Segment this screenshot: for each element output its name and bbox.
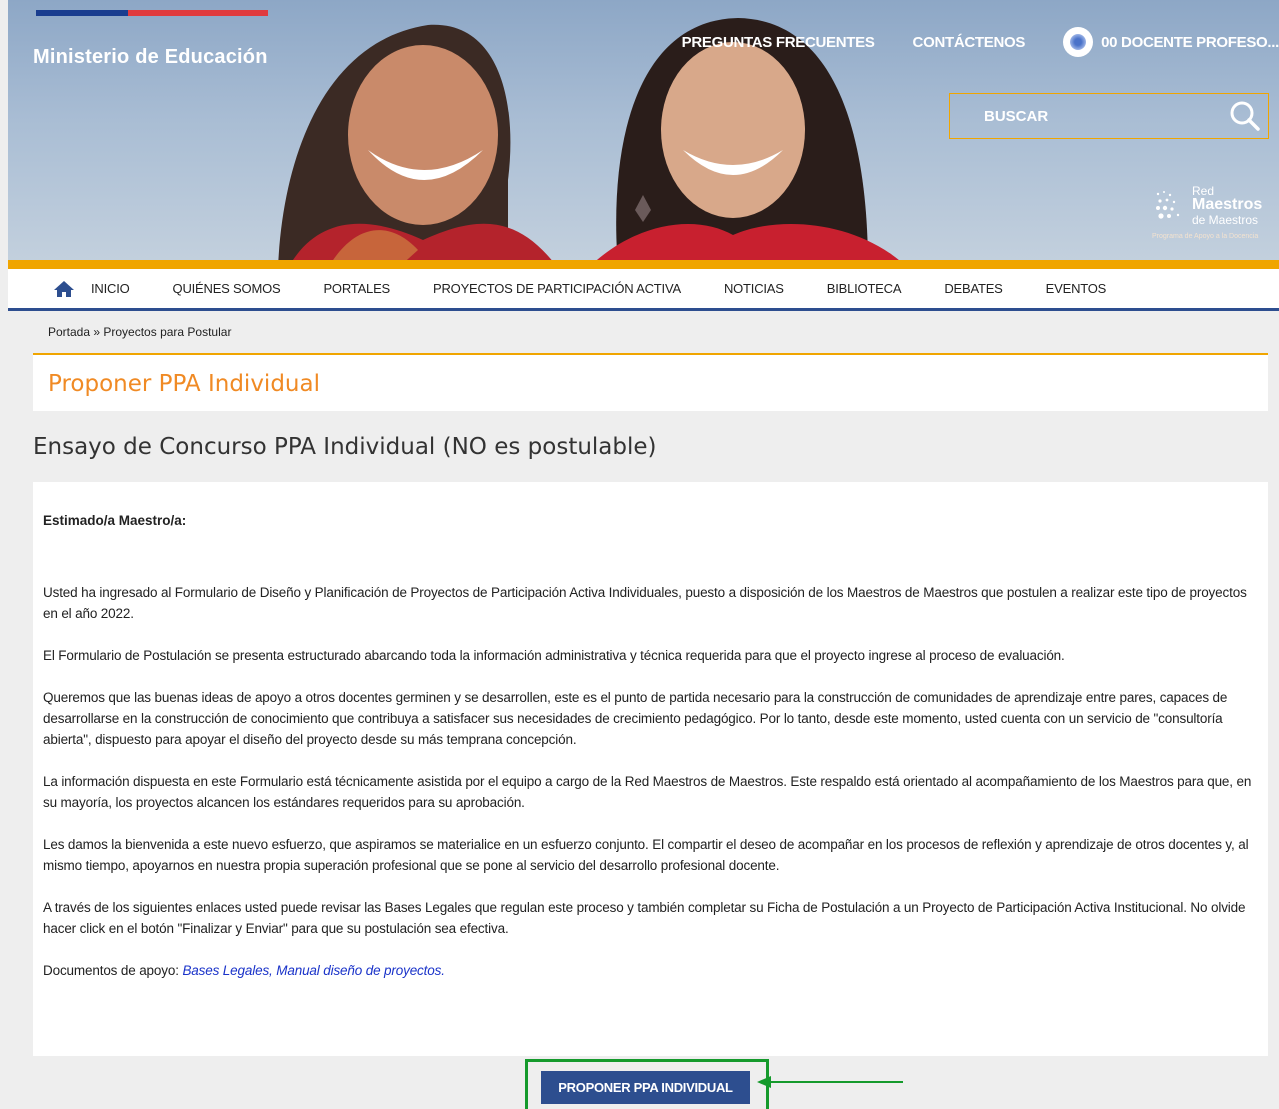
paragraph-5: Les damos la bienvenida a este nuevo esf… xyxy=(43,837,1249,873)
site-header: Ministerio de Educación PREGUNTAS FRECUE… xyxy=(8,0,1279,268)
search-icon xyxy=(1230,101,1260,131)
faq-link[interactable]: PREGUNTAS FRECUENTES xyxy=(682,34,875,51)
page-title: Proponer PPA Individual xyxy=(48,371,320,397)
arrow-pointer-icon xyxy=(757,1076,903,1088)
contact-link[interactable]: CONTÁCTENOS xyxy=(913,34,1026,51)
paragraph-2: El Formulario de Postulación se presenta… xyxy=(43,648,1065,663)
nav-biblioteca[interactable]: BIBLIOTECA xyxy=(827,281,902,296)
manual-link[interactable]: Manual diseño de proyectos. xyxy=(276,963,445,978)
top-links: PREGUNTAS FRECUENTES CONTÁCTENOS 00 DOCE… xyxy=(644,27,1279,57)
paragraph-1: Usted ha ingresado al Formulario de Dise… xyxy=(43,585,1247,621)
breadcrumb-home[interactable]: Portada xyxy=(48,325,90,339)
user-name: 00 DOCENTE PROFESO... xyxy=(1101,33,1279,51)
paragraph-4: La información dispuesta en este Formula… xyxy=(43,774,1252,810)
breadcrumb-current: Proyectos para Postular xyxy=(103,325,232,339)
docs-label: Documentos de apoyo: xyxy=(43,963,183,978)
nav-debates[interactable]: DEBATES xyxy=(944,281,1003,296)
red-maestros-logo[interactable]: Red Maestros de Maestros Programa de Apo… xyxy=(1152,184,1270,242)
nav-noticias[interactable]: NOTICIAS xyxy=(724,281,784,296)
content-body: Estimado/a Maestro/a: Usted ha ingresado… xyxy=(33,482,1268,1056)
logo-tagline: Programa de Apoyo a la Docencia xyxy=(1152,233,1259,240)
nav-quienes-somos[interactable]: QUIÉNES SOMOS xyxy=(173,281,281,296)
logo-dots-icon xyxy=(1156,191,1180,219)
paragraph-3: Queremos que las buenas ideas de apoyo a… xyxy=(43,690,1228,747)
home-icon xyxy=(54,280,74,297)
support-docs: Documentos de apoyo: Bases Legales, Manu… xyxy=(43,960,1258,981)
search-box xyxy=(949,93,1269,139)
search-button[interactable] xyxy=(1222,94,1268,138)
nav-proyectos[interactable]: PROYECTOS DE PARTICIPACIÓN ACTIVA xyxy=(433,281,681,296)
bases-legales-link[interactable]: Bases Legales, xyxy=(182,963,272,978)
nav-inicio[interactable]: INICIO xyxy=(91,281,130,296)
propose-ppa-button[interactable]: PROPONER PPA INDIVIDUAL xyxy=(541,1071,750,1104)
nav-eventos[interactable]: EVENTOS xyxy=(1046,281,1107,296)
page-title-box: Proponer PPA Individual xyxy=(33,353,1268,411)
main-nav: INICIO QUIÉNES SOMOS PORTALES PROYECTOS … xyxy=(8,269,1279,311)
user-menu[interactable]: 00 DOCENTE PROFESO... xyxy=(1063,27,1279,57)
breadcrumb-separator: » xyxy=(90,325,104,339)
home-link[interactable] xyxy=(53,280,75,298)
nav-portales[interactable]: PORTALES xyxy=(323,281,390,296)
user-avatar-icon xyxy=(1063,27,1094,57)
greeting: Estimado/a Maestro/a: xyxy=(43,513,187,528)
breadcrumb: Portada » Proyectos para Postular xyxy=(48,325,231,339)
search-input[interactable] xyxy=(950,94,1222,138)
logo-text-maestros: Maestros xyxy=(1192,196,1263,213)
logo-text-de-maestros: de Maestros xyxy=(1192,213,1259,227)
ministry-brand[interactable]: Ministerio de Educación xyxy=(33,46,268,69)
paragraph-6: A través de los siguientes enlaces usted… xyxy=(43,900,1246,936)
flag-bar xyxy=(36,10,268,16)
header-divider xyxy=(8,260,1279,269)
contest-subtitle: Ensayo de Concurso PPA Individual (NO es… xyxy=(33,434,657,460)
